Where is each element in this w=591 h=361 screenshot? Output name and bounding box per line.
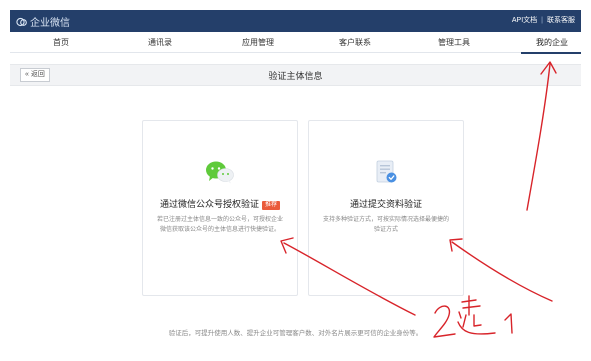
top-bar: 企业微信 API文档 | 联系客服: [10, 10, 581, 32]
page-header-bar: « 返回 验证主体信息: [10, 64, 581, 86]
card-description: 若已注册过主体信息一致的公众号，可授权企业微信获取该公众号的主体信息进行快捷验证…: [157, 217, 284, 233]
top-links: API文档 | 联系客服: [512, 15, 575, 25]
nav-item-management-tools[interactable]: 管理工具: [438, 37, 470, 48]
active-tab-indicator: [521, 52, 581, 54]
card-title-text: 通过微信公众号授权验证: [159, 199, 259, 209]
api-docs-link[interactable]: API文档: [512, 15, 537, 25]
main-nav: 首页 通讯录 应用管理 客户联系 管理工具 我的企业: [10, 32, 581, 54]
document-check-icon: [376, 160, 397, 183]
arrow-to-documents-card: [451, 241, 553, 302]
nav-item-customer-contact[interactable]: 客户联系: [339, 37, 371, 48]
card-icon-wrapper: [309, 159, 463, 185]
footer-note: 验证后，可提升使用人数、提升企业可管理客户数、对外名片展示更可信的企业身份等。: [168, 330, 423, 337]
card-icon-wrapper: [143, 159, 297, 185]
recommended-badge: 推荐: [262, 201, 281, 210]
brand-name: 企业微信: [30, 18, 70, 29]
nav-item-my-enterprise[interactable]: 我的企业: [536, 37, 568, 48]
top-links-separator: |: [541, 16, 543, 24]
verify-via-official-account-card[interactable]: 通过微信公众号授权验证 推荐 若已注册过主体信息一致的公众号，可授权企业微信获取该…: [142, 120, 298, 296]
card-title: 通过微信公众号授权验证 推荐: [143, 197, 297, 210]
card-description: 支持多种验证方式，可按实际情况选择最便捷的验证方式: [323, 217, 450, 233]
wechat-icon: [206, 161, 234, 184]
nav-item-app-management[interactable]: 应用管理: [242, 37, 274, 48]
page-title: 验证主体信息: [268, 71, 323, 81]
card-title: 通过提交资料验证: [349, 199, 422, 209]
brand[interactable]: 企业微信: [16, 14, 70, 29]
verify-via-documents-card[interactable]: 通过提交资料验证 支持多种验证方式，可按实际情况选择最便捷的验证方式: [308, 120, 464, 296]
nav-item-contacts[interactable]: 通讯录: [148, 37, 172, 48]
enterprise-wechat-logo-icon: [16, 17, 27, 26]
contact-support-link[interactable]: 联系客服: [547, 15, 575, 25]
nav-item-home[interactable]: 首页: [53, 37, 69, 48]
